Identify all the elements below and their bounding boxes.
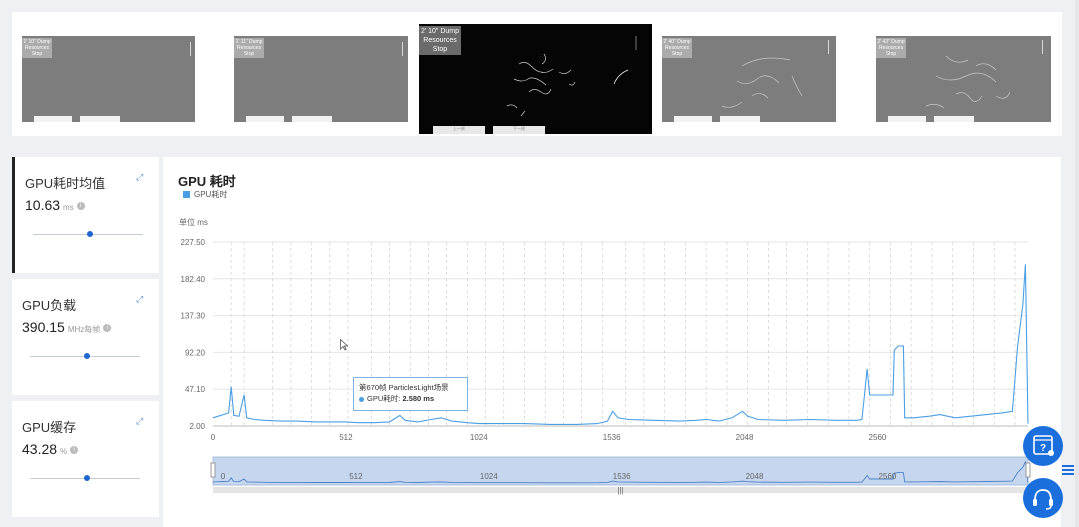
metric-value-row: 10.63 ms i [25,197,85,213]
svg-text:?: ? [1040,443,1046,454]
customer-support-button[interactable] [1023,478,1063,518]
y-tick-label: 2.00 [189,422,205,431]
metric-value: 10.63 [25,197,61,213]
gpu-time-line-chart[interactable]: 2.00 47.10 92.20 137.30 182.40 227.50 0 512 1024… [163,157,1061,527]
frame-thumbnail-2[interactable]: 1' 11" Dump Resources Stop [234,36,408,122]
scene-preview-image [506,36,637,117]
metric-value-row: 43.28% i [22,441,79,457]
next-frame-button[interactable]: 下一帧 [493,126,545,134]
metric-value: 390.15 [22,319,65,335]
gpu-time-chart-panel: GPU 耗时 GPU耗时 单位 ms 2.00 47.10 92.20 137.30 1… [163,157,1061,527]
slider-knob[interactable] [84,475,90,481]
frame-thumbnail-1[interactable]: 1' 10" Dump Resources Stop [22,36,195,122]
help-video-button[interactable]: ? [1023,426,1063,466]
metric-title: GPU缓存 [22,420,77,435]
zoom-tick-label: 1536 [613,472,631,481]
thumbnail-label: 1' 11" Dump Resources Stop [234,38,264,58]
frame-thumbnail-4[interactable]: 2' 40" Dump Resources Stop [662,36,836,122]
info-icon[interactable]: i [76,202,85,211]
mouse-cursor-icon [340,339,348,351]
slider-knob[interactable] [87,231,93,237]
expand-icon[interactable]: ⤢ [136,417,145,426]
scene-preview-image [925,55,1011,109]
metric-card-gpu-time[interactable]: GPU耗时均值 ⤢ 10.63 ms i [12,157,159,273]
scene-preview-image [721,57,803,108]
info-icon[interactable]: i [103,324,112,333]
frame-thumbnail-3-selected[interactable]: 2' 10" Dump Resources Stop 上一帧 下一帧 [419,24,652,134]
headset-icon [1033,489,1053,510]
x-tick-label: 2048 [736,433,754,442]
metric-card-gpu-cache[interactable]: GPU缓存 ⤢ 43.28% i [12,401,159,517]
y-tick-label: 47.10 [185,385,206,394]
slider-knob[interactable] [84,353,90,359]
tooltip-series: GPU耗时: [367,394,401,403]
expand-icon[interactable]: ⤢ [136,173,145,182]
metric-card-gpu-load[interactable]: GPU负载 ⤢ 390.15 MHz每帧 i [12,279,159,395]
info-icon[interactable]: i [70,446,79,455]
x-tick-label: 1024 [470,433,488,442]
x-tick-label: 2560 [869,433,887,442]
gpu-time-series-line [212,264,1029,425]
frame-thumbnail-5[interactable]: 2' 43" Dump Resources Stop [876,36,1051,122]
expand-icon[interactable]: ⤢ [136,295,145,304]
metric-unit: MHz每帧 [67,325,101,334]
thumbnail-label: 1' 10" Dump Resources Stop [22,38,52,58]
frame-thumbnail-strip: 1' 10" Dump Resources Stop 1' 11" Dump R… [12,12,1062,136]
tooltip-row: GPU耗时: 2.580 ms [359,393,462,405]
zoom-tick-label: 2560 [879,472,897,481]
tooltip-dot [359,396,364,402]
zoom-tick-label: 2048 [746,472,764,481]
help-video-icon: ? [1033,435,1054,456]
x-tick-label: 0 [211,433,216,442]
metric-value: 43.28 [22,441,58,457]
zoom-grip-icon: ||| [617,486,623,495]
x-tick-label: 1536 [603,433,621,442]
tooltip-value: 2.580 ms [402,394,435,403]
zoom-tick-label: 1024 [480,472,498,481]
zoom-tick-label: 0 [221,472,226,481]
metric-value-row: 390.15 MHz每帧 i [22,319,112,335]
y-tick-label: 227.50 [181,238,206,247]
metric-title: GPU负载 [22,298,77,313]
x-tick-label: 512 [339,433,353,442]
chart-tooltip: 第670帧 ParticlesLight场景 GPU耗时: 2.580 ms [353,377,468,411]
y-tick-label: 137.30 [181,312,206,321]
tooltip-title: 第670帧 ParticlesLight场景 [359,383,449,392]
prev-frame-button[interactable]: 上一帧 [433,126,485,134]
y-tick-label: 92.20 [185,348,206,357]
zoom-tick-label: 512 [349,472,363,481]
page-scrollbar[interactable] [1075,0,1079,527]
metric-unit: % [60,447,68,456]
metric-title: GPU耗时均值 [25,176,106,191]
zoom-handle-left[interactable] [210,462,216,478]
metric-unit: ms [63,203,74,212]
y-tick-label: 182.40 [181,275,206,284]
menu-icon[interactable] [1062,465,1074,475]
